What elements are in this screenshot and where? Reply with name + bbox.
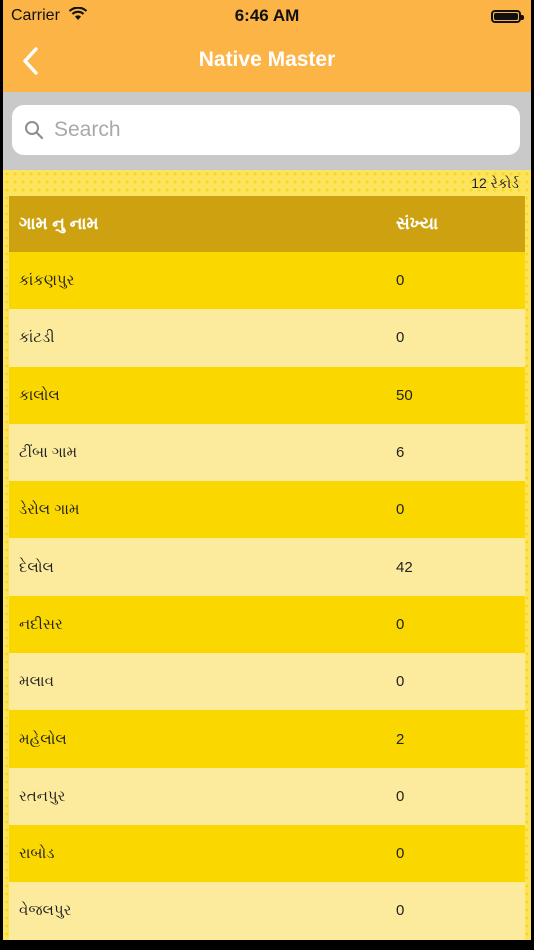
row-village-name: કાંકણપુર (19, 272, 75, 290)
row-count: 42 (396, 558, 413, 576)
status-time: 6:46 AM (234, 6, 300, 25)
row-count: 0 (396, 902, 405, 920)
row-count: 0 (396, 673, 405, 691)
row-count: 50 (396, 386, 413, 404)
row-count: 0 (396, 329, 405, 347)
header-village-name: ગામ નુ નામ (19, 214, 99, 233)
app-screen: Carrier 6:46 AM Native Master Search 12 … (3, 0, 531, 940)
table-row[interactable]: દેલોલ 42 (9, 538, 525, 596)
table-row[interactable]: કાલોલ 50 (9, 366, 525, 424)
row-count: 2 (396, 730, 405, 748)
row-village-name: નદીસર (19, 615, 63, 633)
search-input[interactable] (52, 117, 520, 143)
row-village-name: મલાવ (19, 673, 54, 691)
page-title: Native Master (198, 48, 336, 71)
table-row[interactable]: રાબોડ 0 (9, 824, 525, 883)
row-count: 0 (396, 787, 405, 805)
row-village-name: રતનપુર (19, 787, 66, 805)
row-count: 0 (396, 845, 405, 863)
record-count: 12 રેકોર્ડ (471, 175, 519, 191)
row-village-name: ડેરોલ ગામ (19, 501, 80, 519)
table-header: ગામ નુ નામ સંખ્યા (9, 196, 525, 252)
table-row[interactable]: મલાવ 0 (9, 653, 525, 711)
row-count: 6 (396, 444, 405, 462)
search-icon (24, 120, 44, 140)
table-row[interactable]: કાંકણપુર 0 (9, 252, 525, 310)
row-count: 0 (396, 615, 405, 633)
content-area: 12 રેકોર્ડ ગામ નુ નામ સંખ્યા કાંકણપુર 0 … (3, 170, 531, 940)
status-bar: Carrier 6:46 AM (3, 0, 531, 32)
nav-bar: Native Master (3, 32, 531, 92)
table-row[interactable]: ડેરોલ ગામ 0 (9, 481, 525, 539)
table-row[interactable]: મહેલોલ 2 (9, 710, 525, 768)
battery-icon (491, 9, 524, 23)
search-bar (3, 92, 531, 170)
table-row[interactable]: ટીંબા ગામ 6 (9, 423, 525, 482)
row-village-name: મહેલોલ (19, 730, 67, 748)
row-village-name: ટીંબા ગામ (19, 444, 78, 462)
table-row[interactable]: કાંટડી 0 (9, 309, 525, 367)
search-box[interactable] (12, 105, 520, 155)
table-row[interactable]: રતનપુર 0 (9, 767, 525, 825)
row-village-name: દેલોલ (19, 558, 54, 576)
header-count: સંખ્યા (396, 214, 439, 233)
row-village-name: વેજલપુર (19, 902, 72, 920)
table-row[interactable]: વેજલપુર 0 (9, 882, 525, 940)
row-village-name: રાબોડ (19, 845, 55, 863)
row-count: 0 (396, 272, 405, 290)
header: Carrier 6:46 AM Native Master (3, 0, 531, 92)
row-village-name: કાલોલ (19, 386, 60, 404)
villages-table: ગામ નુ નામ સંખ્યા કાંકણપુર 0 કાંટડી 0 કા… (9, 196, 525, 940)
row-count: 0 (396, 501, 405, 519)
table-row[interactable]: નદીસર 0 (9, 595, 525, 654)
row-village-name: કાંટડી (19, 329, 55, 347)
